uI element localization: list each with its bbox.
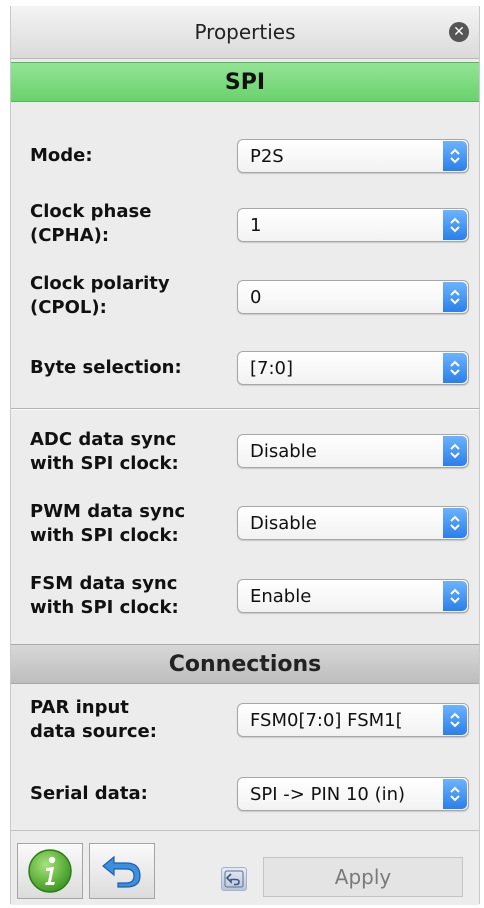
mode-select[interactable]: P2S bbox=[237, 139, 469, 173]
fsm-sync-select[interactable]: Enable bbox=[237, 579, 469, 613]
par-input-value: FSM0[7:0] FSM1[ bbox=[250, 710, 403, 731]
undo-icon bbox=[224, 870, 244, 888]
adc-sync-label-line1: ADC data sync bbox=[30, 429, 177, 450]
updown-arrows-icon bbox=[443, 141, 467, 171]
serial-data-value: SPI -> PIN 10 (in) bbox=[250, 784, 406, 805]
mode-label: Mode: bbox=[30, 145, 93, 166]
fsm-sync-label: FSM data sync with SPI clock: bbox=[30, 572, 230, 620]
fsm-sync-value: Enable bbox=[250, 586, 312, 607]
window-title: Properties bbox=[194, 20, 296, 44]
pwm-sync-label-line2: with SPI clock: bbox=[30, 525, 179, 546]
pwm-sync-label-line1: PWM data sync bbox=[30, 501, 186, 522]
clock-polarity-value: 0 bbox=[250, 287, 262, 308]
serial-data-select[interactable]: SPI -> PIN 10 (in) bbox=[237, 777, 469, 811]
footer-toolbar: Apply bbox=[11, 830, 479, 905]
section-header-connections: Connections bbox=[11, 644, 479, 684]
clock-polarity-select[interactable]: 0 bbox=[237, 280, 469, 314]
section-divider bbox=[11, 408, 479, 410]
clock-phase-label-line2: (CPHA): bbox=[30, 225, 110, 246]
info-button[interactable] bbox=[17, 843, 83, 899]
undo-button[interactable] bbox=[89, 843, 155, 899]
updown-arrows-icon bbox=[443, 436, 467, 466]
adc-sync-label-line2: with SPI clock: bbox=[30, 453, 179, 474]
clock-polarity-label: Clock polarity (CPOL): bbox=[30, 272, 230, 320]
pwm-sync-label: PWM data sync with SPI clock: bbox=[30, 500, 230, 548]
mode-value: P2S bbox=[250, 146, 284, 167]
par-input-label-line1: PAR input bbox=[30, 697, 129, 718]
undo-icon bbox=[102, 855, 141, 888]
pwm-sync-select[interactable]: Disable bbox=[237, 506, 469, 540]
updown-arrows-icon bbox=[443, 210, 467, 240]
updown-arrows-icon bbox=[443, 779, 467, 809]
title-bar: Properties ✕ bbox=[11, 6, 479, 59]
byte-selection-select[interactable]: [7:0] bbox=[237, 351, 469, 385]
close-icon[interactable]: ✕ bbox=[449, 22, 469, 42]
adc-sync-value: Disable bbox=[250, 441, 317, 462]
fsm-sync-label-line1: FSM data sync bbox=[30, 573, 178, 594]
fsm-sync-label-line2: with SPI clock: bbox=[30, 597, 179, 618]
serial-data-label: Serial data: bbox=[30, 783, 148, 804]
clock-phase-select[interactable]: 1 bbox=[237, 208, 469, 242]
clock-polarity-label-line1: Clock polarity bbox=[30, 273, 170, 294]
par-input-select[interactable]: FSM0[7:0] FSM1[ bbox=[237, 703, 469, 737]
byte-selection-label: Byte selection: bbox=[30, 357, 182, 378]
pwm-sync-value: Disable bbox=[250, 513, 317, 534]
clock-phase-label: Clock phase (CPHA): bbox=[30, 200, 230, 248]
par-input-label-line2: data source: bbox=[30, 721, 157, 742]
updown-arrows-icon bbox=[443, 581, 467, 611]
properties-panel: Properties ✕ SPI Mode: P2S Clock phase (… bbox=[10, 6, 480, 905]
updown-arrows-icon bbox=[443, 508, 467, 538]
byte-selection-value: [7:0] bbox=[250, 358, 294, 379]
clock-phase-label-line1: Clock phase bbox=[30, 201, 152, 222]
apply-button[interactable]: Apply bbox=[263, 857, 463, 897]
par-input-label: PAR input data source: bbox=[30, 696, 230, 744]
info-icon bbox=[28, 849, 72, 893]
updown-arrows-icon bbox=[443, 353, 467, 383]
adc-sync-label: ADC data sync with SPI clock: bbox=[30, 428, 230, 476]
updown-arrows-icon bbox=[443, 705, 467, 735]
adc-sync-select[interactable]: Disable bbox=[237, 434, 469, 468]
clock-polarity-label-line2: (CPOL): bbox=[30, 297, 107, 318]
section-header-spi: SPI bbox=[11, 62, 479, 102]
clock-phase-value: 1 bbox=[250, 215, 262, 236]
revert-button[interactable] bbox=[221, 867, 247, 891]
updown-arrows-icon bbox=[443, 282, 467, 312]
